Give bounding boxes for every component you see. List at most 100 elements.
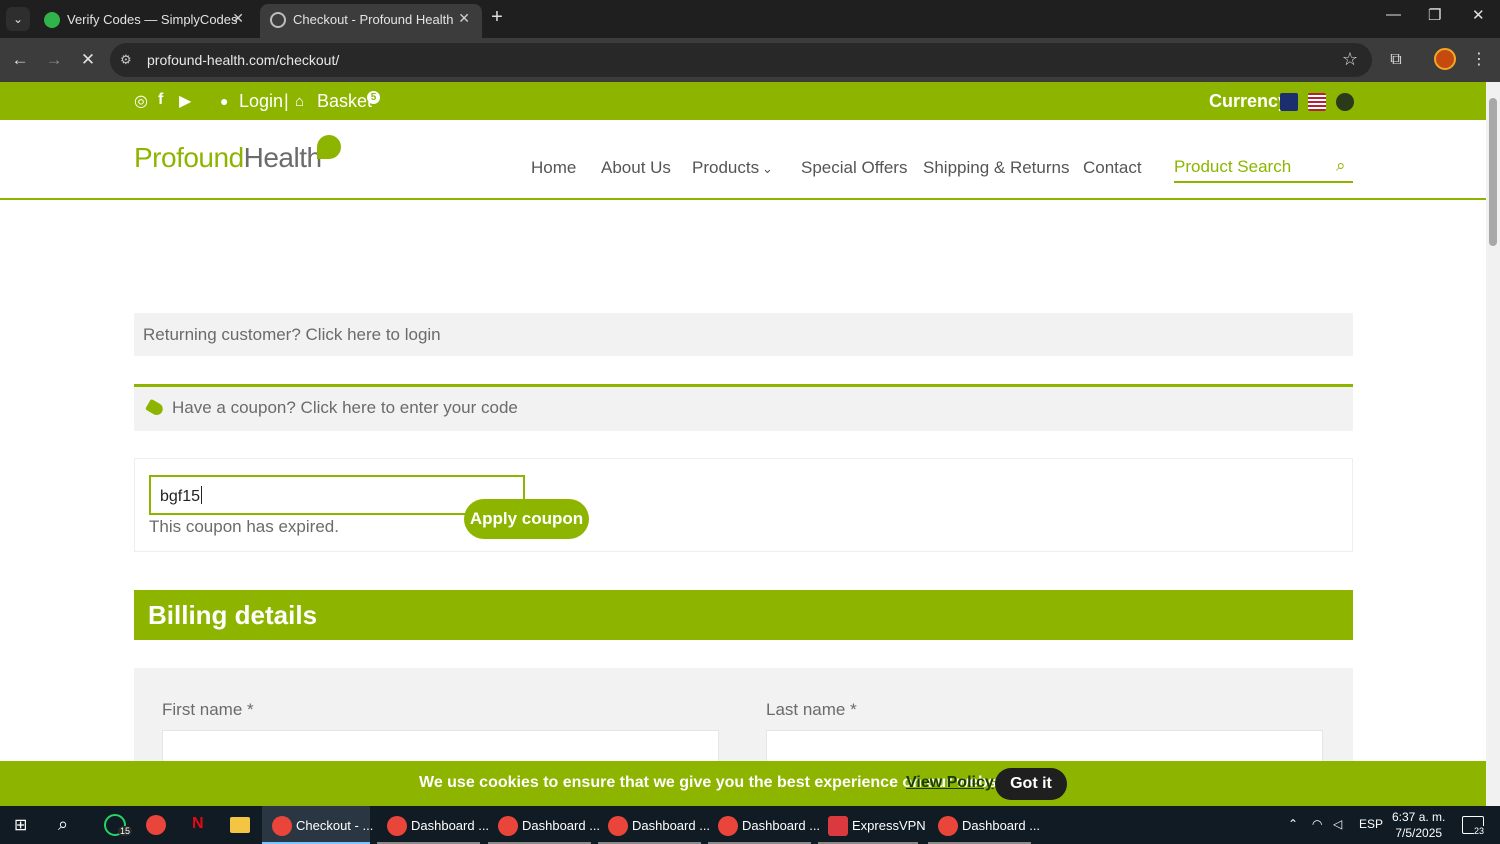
basket-count-badge: 5 bbox=[367, 91, 380, 104]
cookie-banner: We use cookies to ensure that we give yo… bbox=[0, 761, 1486, 806]
returning-customer-text[interactable]: Returning customer? Click here to login bbox=[143, 325, 441, 345]
taskbar-app-dashboard[interactable]: Dashboard ... bbox=[928, 806, 1040, 844]
taskbar-app-expressvpn[interactable]: ExpressVPN bbox=[818, 806, 926, 844]
whatsapp-badge: 15 bbox=[118, 826, 133, 836]
browser-tab-bar: ⌄ Verify Codes — SimplyCodes ✕ Checkout … bbox=[0, 0, 1500, 38]
expressvpn-icon bbox=[828, 816, 848, 836]
profound-favicon-icon bbox=[270, 12, 286, 28]
url-text[interactable]: profound-health.com/checkout/ bbox=[147, 52, 339, 68]
apply-coupon-button[interactable]: Apply coupon bbox=[464, 499, 589, 539]
divider: | bbox=[284, 91, 289, 111]
search-underline bbox=[1174, 181, 1353, 183]
close-window-icon[interactable]: ✕ bbox=[1472, 6, 1485, 24]
browser-toolbar: ← → ✕ ⚙ profound-health.com/checkout/ ☆ … bbox=[0, 38, 1500, 82]
clock[interactable]: 6:37 a. m. 7/5/2025 bbox=[1392, 809, 1445, 841]
web-page: ◎ f ▶ ● Login | ⌂ Basket 5 Currency Prof… bbox=[0, 82, 1486, 806]
nav-shipping-returns[interactable]: Shipping & Returns bbox=[923, 158, 1069, 178]
notification-count: 23 bbox=[1474, 826, 1485, 836]
tab-title: Checkout - Profound Health bbox=[293, 12, 454, 27]
chrome-icon bbox=[387, 816, 407, 836]
close-tab-icon[interactable]: ✕ bbox=[458, 10, 470, 27]
chrome-icon bbox=[272, 816, 292, 836]
login-link[interactable]: Login bbox=[239, 91, 283, 112]
chrome-icon bbox=[608, 816, 628, 836]
got-it-button[interactable]: Got it bbox=[995, 768, 1067, 800]
taskbar-app-label: Dashboard ... bbox=[522, 818, 601, 833]
site-info-icon[interactable]: ⚙ bbox=[120, 52, 136, 68]
language-indicator[interactable]: ESP bbox=[1359, 817, 1383, 831]
view-policy-link[interactable]: View Policy bbox=[906, 774, 994, 792]
volume-icon[interactable]: ◁ bbox=[1333, 817, 1342, 831]
billing-title: Billing details bbox=[148, 600, 318, 630]
returning-customer-notice[interactable]: Returning customer? Click here to login bbox=[134, 313, 1353, 356]
chevron-up-icon[interactable]: ⌃ bbox=[1288, 817, 1298, 831]
taskbar-app-label: Checkout - ... bbox=[296, 818, 374, 833]
coupon-form: bgf15 This coupon has expired. Apply cou… bbox=[134, 458, 1353, 552]
coupon-error-message: This coupon has expired. bbox=[149, 517, 339, 536]
nav-home[interactable]: Home bbox=[531, 158, 576, 178]
product-search-input[interactable]: Product Search bbox=[1174, 157, 1291, 177]
chevron-down-icon[interactable]: ⌄ bbox=[762, 161, 773, 177]
logo-leaf-icon bbox=[317, 135, 341, 159]
scrollbar-thumb[interactable] bbox=[1489, 98, 1497, 246]
wifi-icon[interactable]: ◠ bbox=[1312, 817, 1322, 831]
site-logo[interactable]: ProfoundHealth bbox=[134, 142, 322, 174]
taskbar-app-label: ExpressVPN bbox=[852, 818, 926, 833]
search-icon[interactable]: ⌕ bbox=[58, 814, 68, 835]
windows-start-icon[interactable]: ⊞ bbox=[14, 815, 27, 835]
file-explorer-icon[interactable] bbox=[230, 817, 250, 833]
logo-text-health: Health bbox=[243, 142, 322, 173]
facebook-icon[interactable]: f bbox=[158, 91, 163, 109]
new-tab-button[interactable]: + bbox=[486, 7, 508, 29]
basket-icon: ⌂ bbox=[295, 93, 305, 110]
taskbar-app-dashboard[interactable]: Dashboard ... bbox=[708, 806, 820, 844]
nav-products[interactable]: Products bbox=[692, 158, 759, 178]
nav-contact[interactable]: Contact bbox=[1083, 158, 1142, 178]
simplycodes-favicon-icon bbox=[44, 12, 60, 28]
usd-flag-icon[interactable] bbox=[1308, 93, 1326, 111]
restore-icon[interactable]: ❐ bbox=[1428, 6, 1441, 24]
chrome-icon[interactable] bbox=[146, 815, 166, 835]
chrome-icon bbox=[718, 816, 738, 836]
gbp-flag-icon[interactable] bbox=[1280, 93, 1298, 111]
taskbar-app-label: Dashboard ... bbox=[962, 818, 1041, 833]
tag-icon bbox=[145, 398, 165, 418]
bookmark-star-icon[interactable]: ☆ bbox=[1342, 49, 1358, 70]
nav-special-offers[interactable]: Special Offers bbox=[801, 158, 907, 178]
date: 7/5/2025 bbox=[1395, 826, 1443, 840]
coupon-notice[interactable]: Have a coupon? Click here to enter your … bbox=[134, 384, 1353, 431]
address-bar[interactable]: ⚙ profound-health.com/checkout/ ☆ bbox=[110, 43, 1372, 77]
tab-checkout[interactable]: Checkout - Profound Health ✕ bbox=[260, 4, 482, 38]
currency-label: Currency bbox=[1209, 91, 1289, 111]
tab-search-chevron-icon[interactable]: ⌄ bbox=[6, 7, 30, 31]
netflix-icon[interactable]: N bbox=[192, 815, 204, 833]
profile-avatar[interactable] bbox=[1434, 48, 1456, 70]
taskbar-app-dashboard[interactable]: Dashboard ... bbox=[377, 806, 489, 844]
youtube-icon[interactable]: ▶ bbox=[179, 91, 191, 111]
stop-loading-icon[interactable]: ✕ bbox=[76, 48, 100, 72]
instagram-icon[interactable]: ◎ bbox=[134, 91, 148, 111]
browser-menu-icon[interactable]: ⋮ bbox=[1467, 48, 1491, 72]
nav-about-us[interactable]: About Us bbox=[601, 158, 671, 178]
taskbar-app-label: Dashboard ... bbox=[632, 818, 711, 833]
tab-simplycodes[interactable]: Verify Codes — SimplyCodes ✕ bbox=[34, 4, 256, 38]
user-icon: ● bbox=[220, 93, 229, 109]
tab-title: Verify Codes — SimplyCodes bbox=[67, 12, 238, 27]
forward-arrow-icon[interactable]: → bbox=[42, 48, 66, 72]
taskbar-app-dashboard[interactable]: Dashboard ... bbox=[488, 806, 600, 844]
eur-flag-icon[interactable] bbox=[1336, 93, 1354, 111]
top-strip: ◎ f ▶ ● Login | ⌂ Basket 5 Currency bbox=[0, 82, 1486, 120]
basket-link[interactable]: Basket bbox=[317, 91, 372, 112]
taskbar-app-checkout[interactable]: Checkout - ... bbox=[262, 806, 374, 844]
extensions-icon[interactable]: ⧉ bbox=[1384, 48, 1408, 72]
page-scrollbar[interactable] bbox=[1486, 82, 1500, 806]
back-arrow-icon[interactable]: ← bbox=[8, 48, 32, 72]
last-name-label: Last name * bbox=[766, 700, 857, 719]
logo-text-profound: Profound bbox=[134, 142, 244, 173]
coupon-notice-text[interactable]: Have a coupon? Click here to enter your … bbox=[172, 398, 518, 418]
taskbar-app-label: Dashboard ... bbox=[742, 818, 821, 833]
minimize-icon[interactable]: — bbox=[1386, 6, 1401, 23]
search-icon[interactable]: ⌕ bbox=[1336, 156, 1346, 176]
taskbar-app-dashboard[interactable]: Dashboard ... bbox=[598, 806, 710, 844]
close-tab-icon[interactable]: ✕ bbox=[232, 10, 244, 27]
